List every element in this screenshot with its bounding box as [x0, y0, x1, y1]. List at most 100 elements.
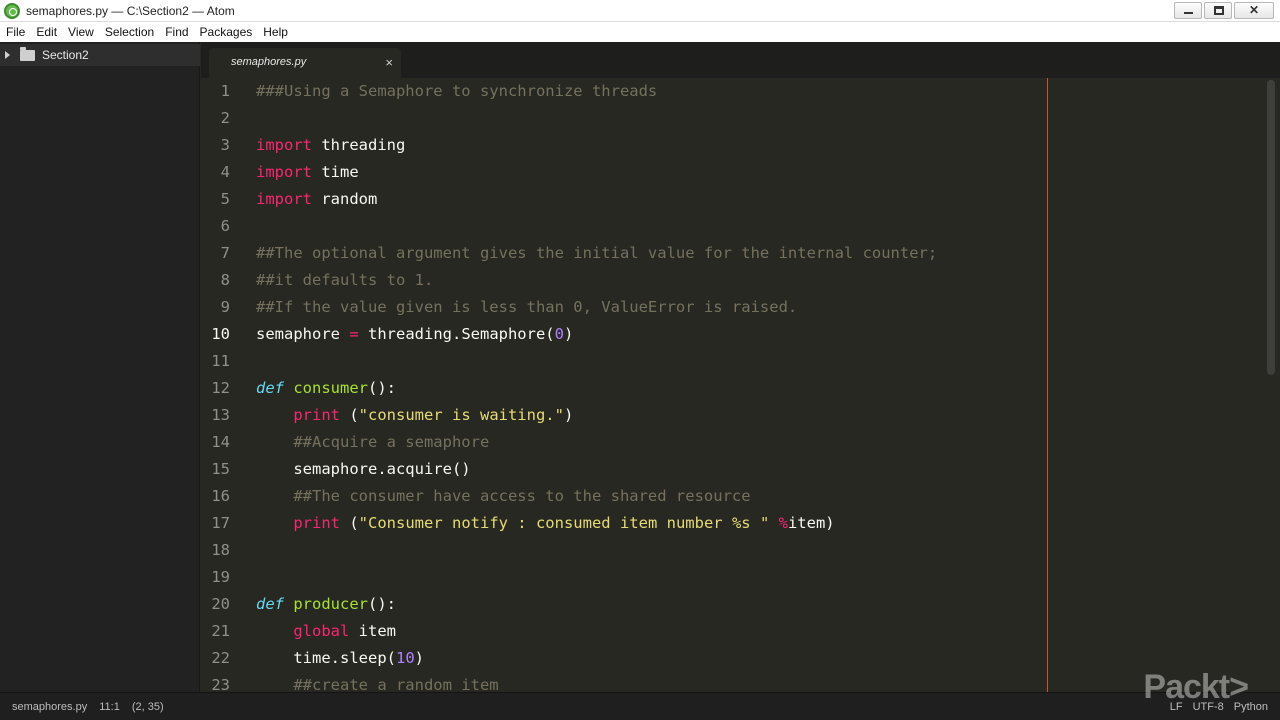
- code-token: "Consumer notify : consumed item number …: [358, 514, 770, 532]
- line-number-gutter: 1 2 3 4 5 6 7 8 9 10 11 12 13 14 15 16 17 18 19 20 21 22 23: [201, 78, 241, 692]
- line-number: 18: [211, 541, 230, 559]
- code-line[interactable]: time.sleep(10): [256, 645, 424, 672]
- code-token: %: [778, 514, 788, 532]
- code-token: ): [563, 406, 574, 424]
- code-token: def: [256, 379, 284, 397]
- code-token: "consumer is waiting.": [358, 406, 564, 424]
- code-token: ##create a random item: [293, 676, 499, 692]
- line-number: 16: [211, 487, 230, 505]
- folder-icon: [20, 46, 35, 61]
- code-token: random: [312, 190, 378, 208]
- tab-semaphores-py[interactable]: semaphores.py ×: [209, 48, 401, 78]
- code-token: (: [340, 406, 359, 424]
- status-selection-count: (2, 35): [131, 701, 164, 713]
- window-title: semaphores.py — C:\Section2 — Atom: [26, 4, 235, 18]
- line-number: 11: [211, 352, 230, 370]
- menu-packages[interactable]: Packages: [196, 25, 257, 39]
- line-number: 8: [220, 271, 230, 289]
- tree-view: Section2: [0, 42, 200, 692]
- line-number: 9: [220, 298, 230, 316]
- line-number: 4: [220, 163, 230, 181]
- code-token: item: [349, 622, 396, 640]
- line-number: 3: [220, 136, 230, 154]
- status-cursor-position[interactable]: 11:1: [99, 701, 120, 713]
- code-line[interactable]: print ("Consumer notify : consumed item …: [256, 510, 835, 537]
- status-file-name[interactable]: semaphores.py: [12, 701, 87, 713]
- code-line[interactable]: def producer():: [256, 591, 396, 618]
- tab-bar: semaphores.py ×: [201, 42, 1280, 78]
- line-number: 10: [211, 325, 230, 343]
- code-token: consumer: [293, 379, 368, 397]
- code-token: import: [256, 163, 312, 181]
- line-number: 23: [211, 676, 230, 692]
- code-line[interactable]: semaphore.acquire(): [256, 456, 470, 483]
- menu-find[interactable]: Find: [161, 25, 192, 39]
- atom-app-icon: [4, 3, 20, 19]
- menu-edit[interactable]: Edit: [32, 25, 61, 39]
- minimize-icon: [1184, 12, 1193, 14]
- tree-item-section2[interactable]: Section2: [0, 44, 200, 66]
- menu-selection[interactable]: Selection: [101, 25, 158, 39]
- vertical-scrollbar[interactable]: [1267, 80, 1275, 375]
- code-token: ##it defaults to 1.: [256, 271, 434, 289]
- status-bar: semaphores.py 11:1 (2, 35) LF UTF-8 Pyth…: [0, 692, 1280, 720]
- line-number: 12: [211, 379, 230, 397]
- menu-view[interactable]: View: [64, 25, 98, 39]
- close-tab-icon[interactable]: ×: [385, 55, 393, 70]
- code-line[interactable]: global item: [256, 618, 396, 645]
- code-token: ##If the value given is less than 0, Val…: [256, 298, 798, 316]
- chevron-right-icon[interactable]: [5, 51, 10, 59]
- code-line[interactable]: import threading: [256, 132, 405, 159]
- line-number: 22: [211, 649, 230, 667]
- code-token: ##The consumer have access to the shared…: [293, 487, 751, 505]
- menu-help[interactable]: Help: [259, 25, 292, 39]
- maximize-icon: [1214, 6, 1224, 15]
- title-bar: semaphores.py — C:\Section2 — Atom ✕: [0, 0, 1280, 22]
- code-area[interactable]: ###Using a Semaphore to synchronize thre…: [256, 78, 1256, 692]
- maximize-button[interactable]: [1204, 2, 1232, 19]
- code-line[interactable]: semaphore = threading.Semaphore(0): [256, 321, 573, 348]
- line-number: 20: [211, 595, 230, 613]
- code-line[interactable]: print ("consumer is waiting."): [256, 402, 573, 429]
- line-number: 15: [211, 460, 230, 478]
- code-line[interactable]: def consumer():: [256, 375, 396, 402]
- code-token: 10: [395, 649, 415, 667]
- window-controls: ✕: [1174, 2, 1274, 19]
- code-line[interactable]: ##If the value given is less than 0, Val…: [256, 294, 797, 321]
- code-token: item): [787, 514, 835, 532]
- close-window-button[interactable]: ✕: [1234, 2, 1274, 19]
- code-editor[interactable]: 1 2 3 4 5 6 7 8 9 10 11 12 13 14 15 16 17 18 19 20 21 22 23 ##…: [201, 78, 1280, 692]
- code-token: print: [293, 406, 340, 424]
- code-line[interactable]: ##The consumer have access to the shared…: [256, 483, 751, 510]
- line-number: 19: [211, 568, 230, 586]
- packt-logo-watermark: Packt>: [1143, 668, 1249, 706]
- code-line[interactable]: ##create a random item: [256, 672, 499, 692]
- code-line[interactable]: ##it defaults to 1.: [256, 267, 433, 294]
- code-line[interactable]: ##Acquire a semaphore: [256, 429, 489, 456]
- code-token: time.sleep(: [256, 649, 396, 667]
- line-number: 21: [211, 622, 230, 640]
- code-token: time: [312, 163, 359, 181]
- code-token: ): [414, 649, 424, 667]
- menu-file[interactable]: File: [2, 25, 29, 39]
- code-token: 0: [554, 325, 564, 343]
- code-token: producer: [293, 595, 368, 613]
- minimize-button[interactable]: [1174, 2, 1202, 19]
- line-number: 1: [220, 82, 230, 100]
- code-line[interactable]: ###Using a Semaphore to synchronize thre…: [256, 78, 657, 105]
- code-token: ():: [368, 379, 396, 397]
- code-line[interactable]: ##The optional argument gives the initia…: [256, 240, 937, 267]
- code-token: import: [256, 190, 312, 208]
- line-number: 6: [220, 217, 230, 235]
- code-line[interactable]: import random: [256, 186, 377, 213]
- code-line[interactable]: import time: [256, 159, 359, 186]
- code-token: global: [293, 622, 350, 640]
- line-number: 14: [211, 433, 230, 451]
- code-token: ():: [368, 595, 396, 613]
